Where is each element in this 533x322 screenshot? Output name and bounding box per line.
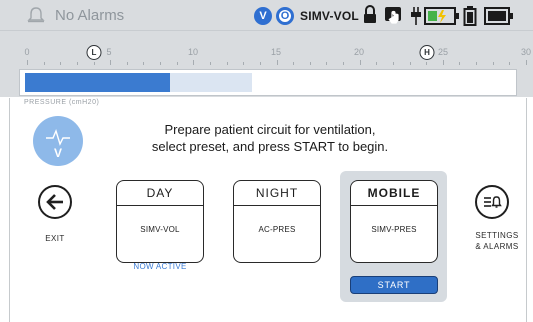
high-limit-marker[interactable]: H	[419, 45, 435, 60]
lock-icon[interactable]	[362, 4, 378, 31]
tick-mark	[293, 62, 295, 65]
settings-alarms-icon	[484, 196, 502, 208]
tick-mark	[193, 60, 195, 65]
preset-mode: AC-PRES	[258, 225, 296, 234]
pressure-bar	[19, 69, 517, 96]
mode-badge-v: V	[254, 7, 272, 25]
tick-mark	[509, 62, 511, 65]
arrow-left-icon	[46, 194, 63, 210]
tick-mark	[160, 62, 162, 65]
tick-mark	[526, 60, 527, 65]
preset-name: MOBILE	[351, 181, 437, 206]
bell-icon	[27, 6, 45, 24]
tick-mark	[176, 62, 178, 65]
tick-label: 20	[353, 47, 365, 57]
tick-mark	[110, 60, 112, 65]
preset-card-day[interactable]: DAY SIMV-VOL	[116, 180, 204, 263]
exit-label: EXIT	[45, 234, 65, 243]
battery-full-icon	[484, 6, 514, 31]
divider	[9, 98, 10, 322]
settings-label-line: SETTINGS	[475, 231, 519, 240]
tick-label: 15	[270, 47, 282, 57]
tick-mark	[392, 62, 394, 65]
tick-mark	[409, 62, 411, 65]
divider	[526, 98, 527, 322]
now-active-label: NOW ACTIVE	[133, 262, 187, 271]
pressure-label: PRESSURE (cmH20)	[24, 99, 100, 106]
mode-indicator: V	[33, 116, 83, 166]
tick-mark	[243, 62, 245, 65]
start-button[interactable]: START	[350, 276, 438, 294]
tick-mark	[359, 60, 361, 65]
pressure-bar-fill	[25, 73, 170, 92]
instruction-line: select preset, and press START to begin.	[151, 139, 389, 154]
tick-mark	[426, 62, 428, 65]
tick-mark	[476, 62, 478, 65]
tick-label: 25	[437, 47, 449, 57]
tick-mark	[43, 62, 45, 65]
tick-mark	[492, 62, 494, 65]
tick-label: 10	[187, 47, 199, 57]
mode-badge-o: O	[276, 7, 294, 25]
tick-mark	[343, 62, 345, 65]
tick-mark	[143, 62, 145, 65]
tick-mark	[309, 62, 311, 65]
tick-label: 0	[24, 47, 30, 57]
tick-mark	[93, 62, 95, 65]
preset-name: DAY	[117, 181, 203, 206]
tick-label: 5	[106, 47, 112, 57]
tick-label: 30	[520, 47, 532, 57]
status-bar: No Alarms V O SIMV-VOL	[0, 0, 533, 31]
touch-lock-icon[interactable]	[383, 4, 405, 31]
alarm-text: No Alarms	[55, 6, 125, 24]
pressure-scale: 0 5 10 15 20 25 30 L H PRESSURE (cmH20)	[0, 31, 533, 106]
settings-label-line: & ALARMS	[475, 242, 519, 251]
tick-mark	[442, 60, 444, 65]
instruction-text: Prepare patient circuit for ventilation,…	[120, 121, 420, 155]
settings-alarms-button[interactable]	[475, 185, 509, 219]
battery-charging-icon	[424, 6, 460, 31]
tick-mark	[27, 60, 28, 65]
tick-mark	[60, 62, 62, 65]
preset-mode: SIMV-PRES	[371, 225, 417, 234]
preset-card-night[interactable]: NIGHT AC-PRES	[233, 180, 321, 263]
preset-name: NIGHT	[234, 181, 320, 206]
exit-button[interactable]	[38, 185, 72, 219]
mode-indicator-letter: V	[53, 146, 62, 160]
settings-alarms-label: SETTINGS & ALARMS	[468, 230, 526, 252]
preset-card-mobile[interactable]: MOBILE SIMV-PRES	[350, 180, 438, 263]
plug-icon	[410, 6, 422, 31]
low-limit-marker[interactable]: L	[86, 45, 102, 60]
instruction-line: Prepare patient circuit for ventilation,	[164, 122, 376, 137]
preset-mode: SIMV-VOL	[140, 225, 180, 234]
ventilation-mode-label: SIMV-VOL	[300, 9, 359, 23]
tick-mark	[459, 62, 461, 65]
tick-mark	[259, 62, 261, 65]
tick-mark	[76, 62, 78, 65]
tick-mark	[326, 62, 328, 65]
tick-mark	[126, 62, 128, 65]
tick-mark	[226, 62, 228, 65]
tick-mark	[276, 60, 278, 65]
battery-icon	[463, 5, 477, 32]
scale-ticks: 0 5 10 15 20 25 30 L H	[0, 31, 533, 65]
alarm-status[interactable]: No Alarms	[27, 6, 124, 24]
tick-mark	[376, 62, 378, 65]
tick-mark	[209, 62, 211, 65]
